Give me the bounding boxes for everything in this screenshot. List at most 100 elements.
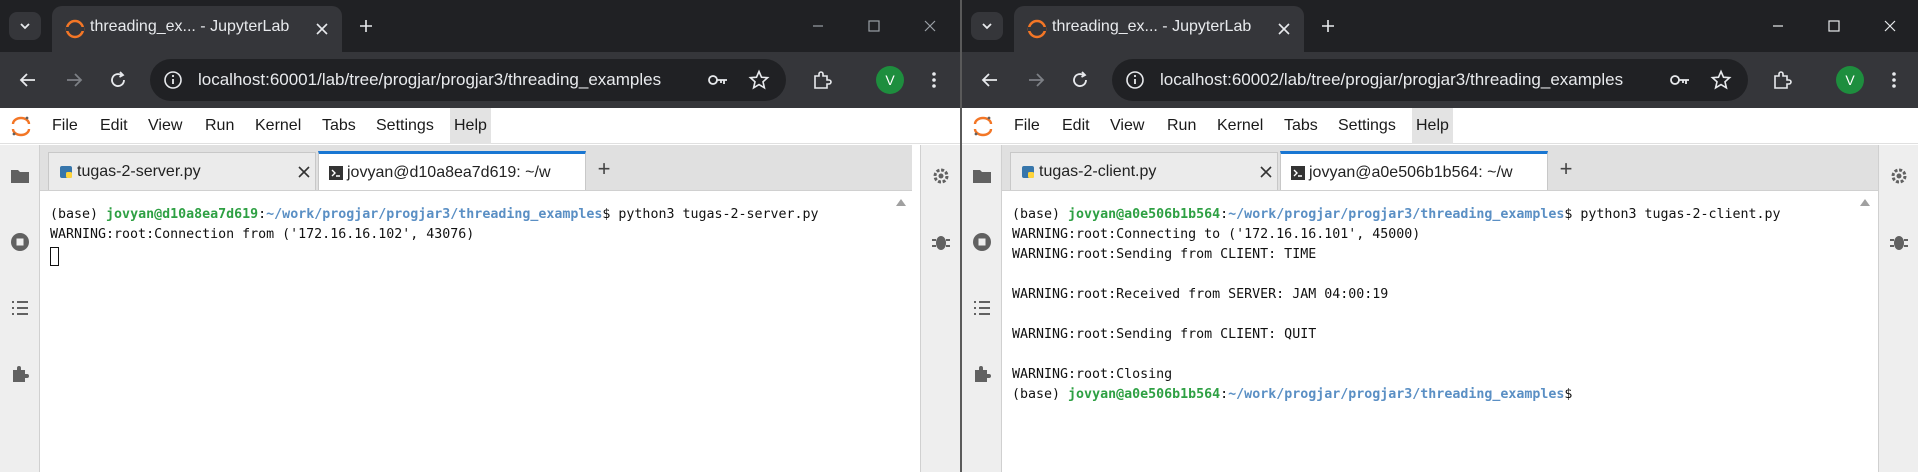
back-button[interactable]: [976, 66, 1004, 94]
terminal-panel[interactable]: (base) jovyan@d10a8ea7d619:~/work/progja…: [40, 190, 912, 472]
close-icon[interactable]: [295, 163, 313, 181]
terminal-line: WARNING:root:Sending from CLIENT: TIME: [1012, 247, 1317, 262]
more-vertical-icon: [1892, 72, 1896, 88]
menu-tabs[interactable]: Tabs: [318, 108, 360, 144]
address-bar[interactable]: localhost:60001/lab/tree/progjar/progjar…: [150, 59, 786, 101]
extension-puzzle-icon[interactable]: [9, 363, 31, 385]
chevron-down-icon: [20, 23, 30, 30]
menu-tabs[interactable]: Tabs: [1280, 108, 1322, 144]
password-key-icon[interactable]: [1668, 69, 1692, 91]
close-tab-button[interactable]: [310, 17, 334, 41]
menu-run[interactable]: Run: [201, 108, 238, 144]
scroll-up-arrow[interactable]: [1860, 199, 1870, 206]
launcher-add-button[interactable]: +: [588, 152, 620, 186]
new-tab-button[interactable]: [352, 12, 380, 40]
browser-tab[interactable]: threading_ex... - JupyterLab: [52, 6, 342, 52]
launcher-add-button[interactable]: +: [1550, 152, 1582, 186]
tab-search-button[interactable]: [971, 12, 1003, 40]
menu-run[interactable]: Run: [1163, 108, 1200, 144]
browser-tab-title: threading_ex... - JupyterLab: [90, 18, 290, 35]
running-stop-icon[interactable]: [971, 231, 993, 253]
close-window-button[interactable]: [914, 12, 946, 40]
tab-terminal[interactable]: jovyan@a0e506b1b564: ~/w: [1280, 151, 1548, 191]
menu-view[interactable]: View: [144, 108, 186, 144]
folder-icon[interactable]: [9, 165, 31, 187]
debugger-bug-icon[interactable]: [930, 231, 952, 253]
menu-edit[interactable]: Edit: [1058, 108, 1094, 144]
back-button[interactable]: [14, 66, 42, 94]
main-dock-tabbar: tugas-2-client.py jovyan@a0e506b1b564: ~…: [1002, 145, 1878, 191]
menu-settings[interactable]: Settings: [372, 108, 438, 144]
table-of-contents-icon[interactable]: [971, 297, 993, 319]
chrome-menu-button[interactable]: [920, 66, 948, 94]
minimize-button[interactable]: [802, 12, 834, 40]
menu-settings[interactable]: Settings: [1334, 108, 1400, 144]
bookmark-star-icon[interactable]: [748, 69, 770, 91]
close-icon[interactable]: [1257, 163, 1275, 181]
info-icon: [1126, 71, 1144, 89]
menu-file[interactable]: File: [48, 108, 82, 144]
chrome-menu-button[interactable]: [1880, 66, 1908, 94]
puzzle-icon: [1774, 71, 1792, 89]
password-key-icon[interactable]: [706, 69, 730, 91]
jupyter-menubar: File Edit View Run Kernel Tabs Settings …: [0, 108, 960, 144]
close-icon: [924, 20, 936, 32]
menu-kernel[interactable]: Kernel: [251, 108, 305, 144]
tab-server-file[interactable]: tugas-2-server.py: [48, 152, 316, 190]
tab-client-file[interactable]: tugas-2-client.py: [1010, 152, 1278, 190]
bookmark-star-icon[interactable]: [1710, 69, 1732, 91]
address-bar[interactable]: localhost:60002/lab/tree/progjar/progjar…: [1112, 59, 1748, 101]
minimize-button[interactable]: [1762, 12, 1794, 40]
close-icon: [316, 23, 328, 35]
minimize-icon: [813, 25, 823, 27]
menu-view[interactable]: View: [1106, 108, 1148, 144]
extensions-button[interactable]: [1768, 66, 1796, 94]
close-icon: [1278, 23, 1290, 35]
profile-avatar[interactable]: V: [1836, 66, 1864, 94]
python-file-icon: [60, 166, 72, 178]
browser-toolbar: localhost:60001/lab/tree/progjar/progjar…: [0, 52, 960, 108]
tab-search-button[interactable]: [9, 12, 41, 40]
running-stop-icon[interactable]: [9, 231, 31, 253]
menu-file[interactable]: File: [1010, 108, 1044, 144]
maximize-button[interactable]: [1818, 12, 1850, 40]
maximize-button[interactable]: [858, 12, 890, 40]
close-window-button[interactable]: [1874, 12, 1906, 40]
terminal-line: (base) jovyan@a0e506b1b564:~/work/progja…: [1012, 387, 1573, 402]
jupyter-logo-icon: [973, 116, 993, 137]
table-of-contents-icon[interactable]: [9, 297, 31, 319]
property-inspector-gear-icon[interactable]: [930, 165, 952, 187]
tab-terminal[interactable]: jovyan@d10a8ea7d619: ~/w: [318, 151, 586, 191]
reload-button[interactable]: [104, 66, 132, 94]
more-vertical-icon: [932, 72, 936, 88]
scroll-up-arrow[interactable]: [896, 199, 906, 206]
tab-label: jovyan@d10a8ea7d619: ~/w: [347, 164, 551, 181]
reload-button[interactable]: [1066, 66, 1094, 94]
arrow-right-icon: [67, 73, 83, 87]
maximize-icon: [1828, 20, 1840, 32]
menu-help[interactable]: Help: [1412, 108, 1453, 144]
reload-icon: [111, 71, 125, 87]
browser-tab[interactable]: threading_ex... - JupyterLab: [1014, 6, 1304, 52]
tab-label: tugas-2-server.py: [77, 163, 201, 180]
property-inspector-gear-icon[interactable]: [1888, 165, 1910, 187]
info-icon: [164, 71, 182, 89]
close-tab-button[interactable]: [1272, 17, 1296, 41]
menu-edit[interactable]: Edit: [96, 108, 132, 144]
tab-strip: threading_ex... - JupyterLab: [0, 0, 960, 52]
terminal-panel[interactable]: (base) jovyan@a0e506b1b564:~/work/progja…: [1002, 190, 1878, 472]
terminal-line: WARNING:root:Connecting to ('172.16.16.1…: [1012, 227, 1421, 242]
tab-label: tugas-2-client.py: [1039, 163, 1157, 180]
profile-avatar[interactable]: V: [876, 66, 904, 94]
folder-icon[interactable]: [971, 165, 993, 187]
forward-button[interactable]: [60, 66, 88, 94]
extension-puzzle-icon[interactable]: [971, 363, 993, 385]
menu-help[interactable]: Help: [450, 108, 491, 144]
forward-button[interactable]: [1022, 66, 1050, 94]
debugger-bug-icon[interactable]: [1888, 231, 1910, 253]
browser-toolbar: localhost:60002/lab/tree/progjar/progjar…: [962, 52, 1918, 108]
new-tab-button[interactable]: [1314, 12, 1342, 40]
menu-kernel[interactable]: Kernel: [1213, 108, 1267, 144]
extensions-button[interactable]: [808, 66, 836, 94]
right-sidebar: [1878, 145, 1918, 472]
